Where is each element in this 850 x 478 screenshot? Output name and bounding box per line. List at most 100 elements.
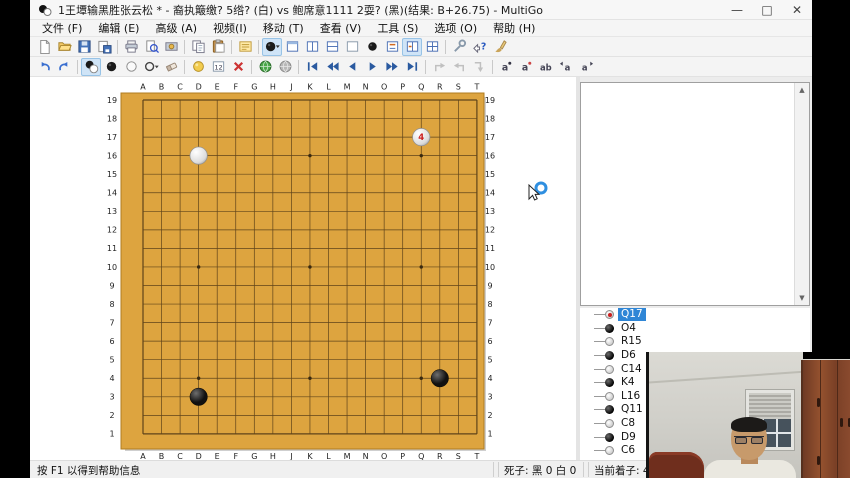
menu-item-2[interactable]: 高级 (A) bbox=[147, 19, 205, 37]
print-preview-icon[interactable] bbox=[141, 38, 161, 56]
tree-move-label: Q17 bbox=[618, 308, 646, 321]
properties-icon[interactable] bbox=[235, 38, 255, 56]
view-split-vertical-icon[interactable] bbox=[302, 38, 322, 56]
tools-icon[interactable] bbox=[449, 38, 469, 56]
label-number-icon[interactable]: 12 bbox=[208, 58, 228, 76]
scroll-down-icon[interactable]: ▼ bbox=[795, 291, 809, 305]
find-ab-icon[interactable]: ab bbox=[536, 58, 556, 76]
menu-item-8[interactable]: 帮助 (H) bbox=[485, 19, 543, 37]
redo-icon[interactable] bbox=[54, 58, 74, 76]
layout-all-icon[interactable] bbox=[422, 38, 442, 56]
go-board[interactable]: AABBCCDDEEFFGGHHJJKKLLMMNNOOPPQQRRSSTT19… bbox=[103, 80, 498, 462]
comment-panel[interactable]: ▲ ▼ bbox=[580, 82, 810, 306]
find-a2-icon[interactable]: a bbox=[516, 58, 536, 76]
tree-move-label: L16 bbox=[618, 390, 643, 403]
nav-first-icon[interactable] bbox=[302, 58, 322, 76]
svg-text:18: 18 bbox=[107, 114, 117, 123]
menu-item-1[interactable]: 编辑 (E) bbox=[90, 19, 147, 37]
comment-scrollbar[interactable]: ▲ ▼ bbox=[794, 83, 809, 305]
svg-text:3: 3 bbox=[487, 393, 492, 402]
layout-board-tree-icon[interactable] bbox=[402, 38, 422, 56]
menu-item-0[interactable]: 文件 (F) bbox=[34, 19, 90, 37]
svg-text:S: S bbox=[456, 83, 461, 92]
menu-item-5[interactable]: 查看 (V) bbox=[312, 19, 370, 37]
toolbar-separator bbox=[425, 60, 426, 74]
tree-move-label: C8 bbox=[618, 417, 638, 430]
tree-move-row[interactable]: R15 bbox=[580, 335, 810, 349]
svg-text:3: 3 bbox=[109, 393, 114, 402]
svg-text:K: K bbox=[307, 83, 313, 92]
stone-dropdown-icon[interactable] bbox=[141, 58, 161, 76]
minimize-button[interactable]: — bbox=[722, 0, 752, 19]
tree-move-label: D9 bbox=[618, 431, 639, 444]
black-stone-icon[interactable] bbox=[101, 58, 121, 76]
nav-prev-icon[interactable] bbox=[342, 58, 362, 76]
save-as-icon[interactable] bbox=[94, 38, 114, 56]
svg-text:16: 16 bbox=[485, 151, 495, 160]
tree-move-row[interactable]: O4 bbox=[580, 322, 810, 336]
toolbar-edit-navigate: 12aaabaa bbox=[30, 57, 812, 77]
toolbar-separator bbox=[184, 60, 185, 74]
svg-text:G: G bbox=[251, 83, 257, 92]
svg-text:O: O bbox=[381, 83, 387, 92]
new-icon[interactable] bbox=[34, 38, 54, 56]
tree-branch-line bbox=[594, 409, 605, 410]
open-icon[interactable] bbox=[54, 38, 74, 56]
nav-next-icon[interactable] bbox=[362, 58, 382, 76]
view-full-icon[interactable] bbox=[282, 38, 302, 56]
webcam-wardrobe bbox=[801, 360, 850, 478]
menu-item-4[interactable]: 移动 (T) bbox=[255, 19, 312, 37]
svg-text:7: 7 bbox=[109, 318, 114, 327]
svg-text:C: C bbox=[177, 83, 183, 92]
svg-text:a: a bbox=[581, 62, 587, 72]
copy-icon[interactable] bbox=[188, 38, 208, 56]
branch-next-icon[interactable] bbox=[469, 58, 489, 76]
undo-icon[interactable] bbox=[34, 58, 54, 76]
board-pane: AABBCCDDEEFFGGHHJJKKLLMMNNOOPPQQRRSSTT19… bbox=[30, 77, 576, 460]
close-button[interactable]: ✕ bbox=[782, 0, 812, 19]
tree-move-label: Q11 bbox=[618, 403, 646, 416]
print-icon[interactable] bbox=[121, 38, 141, 56]
page-setup-icon[interactable] bbox=[161, 38, 181, 56]
alternate-stones-icon[interactable] bbox=[81, 58, 101, 76]
tree-branch-line bbox=[594, 396, 605, 397]
layout-tree-icon[interactable] bbox=[382, 38, 402, 56]
view-split-horizontal-icon[interactable] bbox=[322, 38, 342, 56]
nav-last-icon[interactable] bbox=[402, 58, 422, 76]
branch-prev-icon[interactable] bbox=[449, 58, 469, 76]
svg-text:5: 5 bbox=[487, 356, 492, 365]
paste-icon[interactable] bbox=[208, 38, 228, 56]
white-stone-icon[interactable] bbox=[121, 58, 141, 76]
maximize-button[interactable]: □ bbox=[752, 0, 782, 19]
nav-next-fast-icon[interactable] bbox=[382, 58, 402, 76]
status-captures: 死子: 黑 0 白 0 bbox=[498, 462, 584, 477]
eraser-icon[interactable] bbox=[161, 58, 181, 76]
label-letter-icon[interactable] bbox=[188, 58, 208, 76]
tree-branch-line bbox=[594, 423, 605, 424]
context-help-icon[interactable]: ? bbox=[469, 38, 489, 56]
delete-move-icon[interactable] bbox=[228, 58, 248, 76]
menu-item-7[interactable]: 选项 (O) bbox=[426, 19, 485, 37]
view-plain-icon[interactable] bbox=[342, 38, 362, 56]
toolbar-separator bbox=[231, 40, 232, 54]
svg-text:A: A bbox=[140, 83, 146, 92]
tree-move-label: C6 bbox=[618, 444, 638, 457]
find-a1-icon[interactable]: a bbox=[496, 58, 516, 76]
tree-move-row[interactable]: Q17 bbox=[580, 308, 810, 322]
menu-item-3[interactable]: 视频(I) bbox=[205, 19, 255, 37]
find-next-label-icon[interactable]: a bbox=[576, 58, 596, 76]
branch-up-icon[interactable] bbox=[429, 58, 449, 76]
brush-icon[interactable] bbox=[489, 38, 509, 56]
globe-icon[interactable] bbox=[255, 58, 275, 76]
nav-prev-fast-icon[interactable] bbox=[322, 58, 342, 76]
view-stone-icon[interactable] bbox=[362, 38, 382, 56]
globe-gray-icon[interactable] bbox=[275, 58, 295, 76]
menu-item-6[interactable]: 工具 (S) bbox=[369, 19, 426, 37]
tree-branch-line bbox=[594, 328, 605, 329]
scroll-up-icon[interactable]: ▲ bbox=[795, 83, 809, 97]
tree-move-label: R15 bbox=[618, 335, 645, 348]
tree-branch-line bbox=[594, 450, 605, 451]
save-icon[interactable] bbox=[74, 38, 94, 56]
play-mode-icon[interactable] bbox=[262, 38, 282, 56]
find-prev-label-icon[interactable]: a bbox=[556, 58, 576, 76]
